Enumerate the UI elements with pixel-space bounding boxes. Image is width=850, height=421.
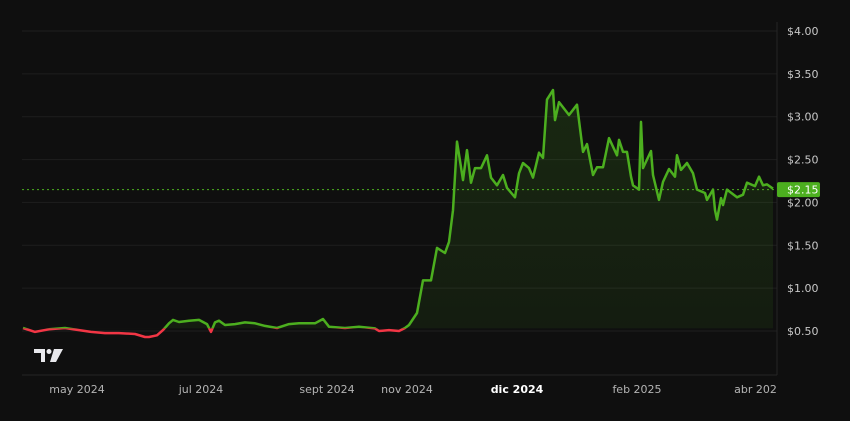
time-tick-label: jul 2024 — [178, 383, 224, 396]
time-tick-label: abr 2025 — [734, 383, 784, 396]
price-tick-label: $3.50 — [787, 68, 819, 81]
time-tick-label: dic 2024 — [491, 383, 544, 396]
price-axis[interactable]: $4.00 $3.50 $3.00 $2.50 $2.00 $1.50 $1.00 $0.50 — [787, 25, 819, 338]
price-tick-label: $4.00 — [787, 25, 819, 38]
tradingview-logo-icon[interactable] — [34, 349, 63, 362]
time-tick-label: may 2024 — [49, 383, 104, 396]
price-tick-label: $0.50 — [787, 325, 819, 338]
price-tick-label: $2.00 — [787, 196, 819, 209]
price-chart[interactable]: $4.00 $3.50 $3.00 $2.50 $2.00 $1.50 $1.00 $0.50… — [0, 0, 850, 421]
price-tick-label: $2.50 — [787, 154, 819, 167]
price-tick-label: $1.50 — [787, 239, 819, 252]
current-price-label: $2.15 — [787, 184, 819, 197]
chart-canvas[interactable]: $4.00 $3.50 $3.00 $2.50 $2.00 $1.50 $1.00 $0.50… — [0, 0, 850, 421]
area-fill-above-baseline — [23, 90, 773, 329]
price-tick-label: $1.00 — [787, 282, 819, 295]
price-tick-label: $3.00 — [787, 111, 819, 124]
time-tick-label: nov 2024 — [381, 383, 433, 396]
time-axis[interactable]: may 2024 jul 2024 sept 2024 nov 2024 dic 202… — [49, 383, 784, 396]
time-tick-label: sept 2024 — [299, 383, 354, 396]
time-tick-label: feb 2025 — [612, 383, 661, 396]
